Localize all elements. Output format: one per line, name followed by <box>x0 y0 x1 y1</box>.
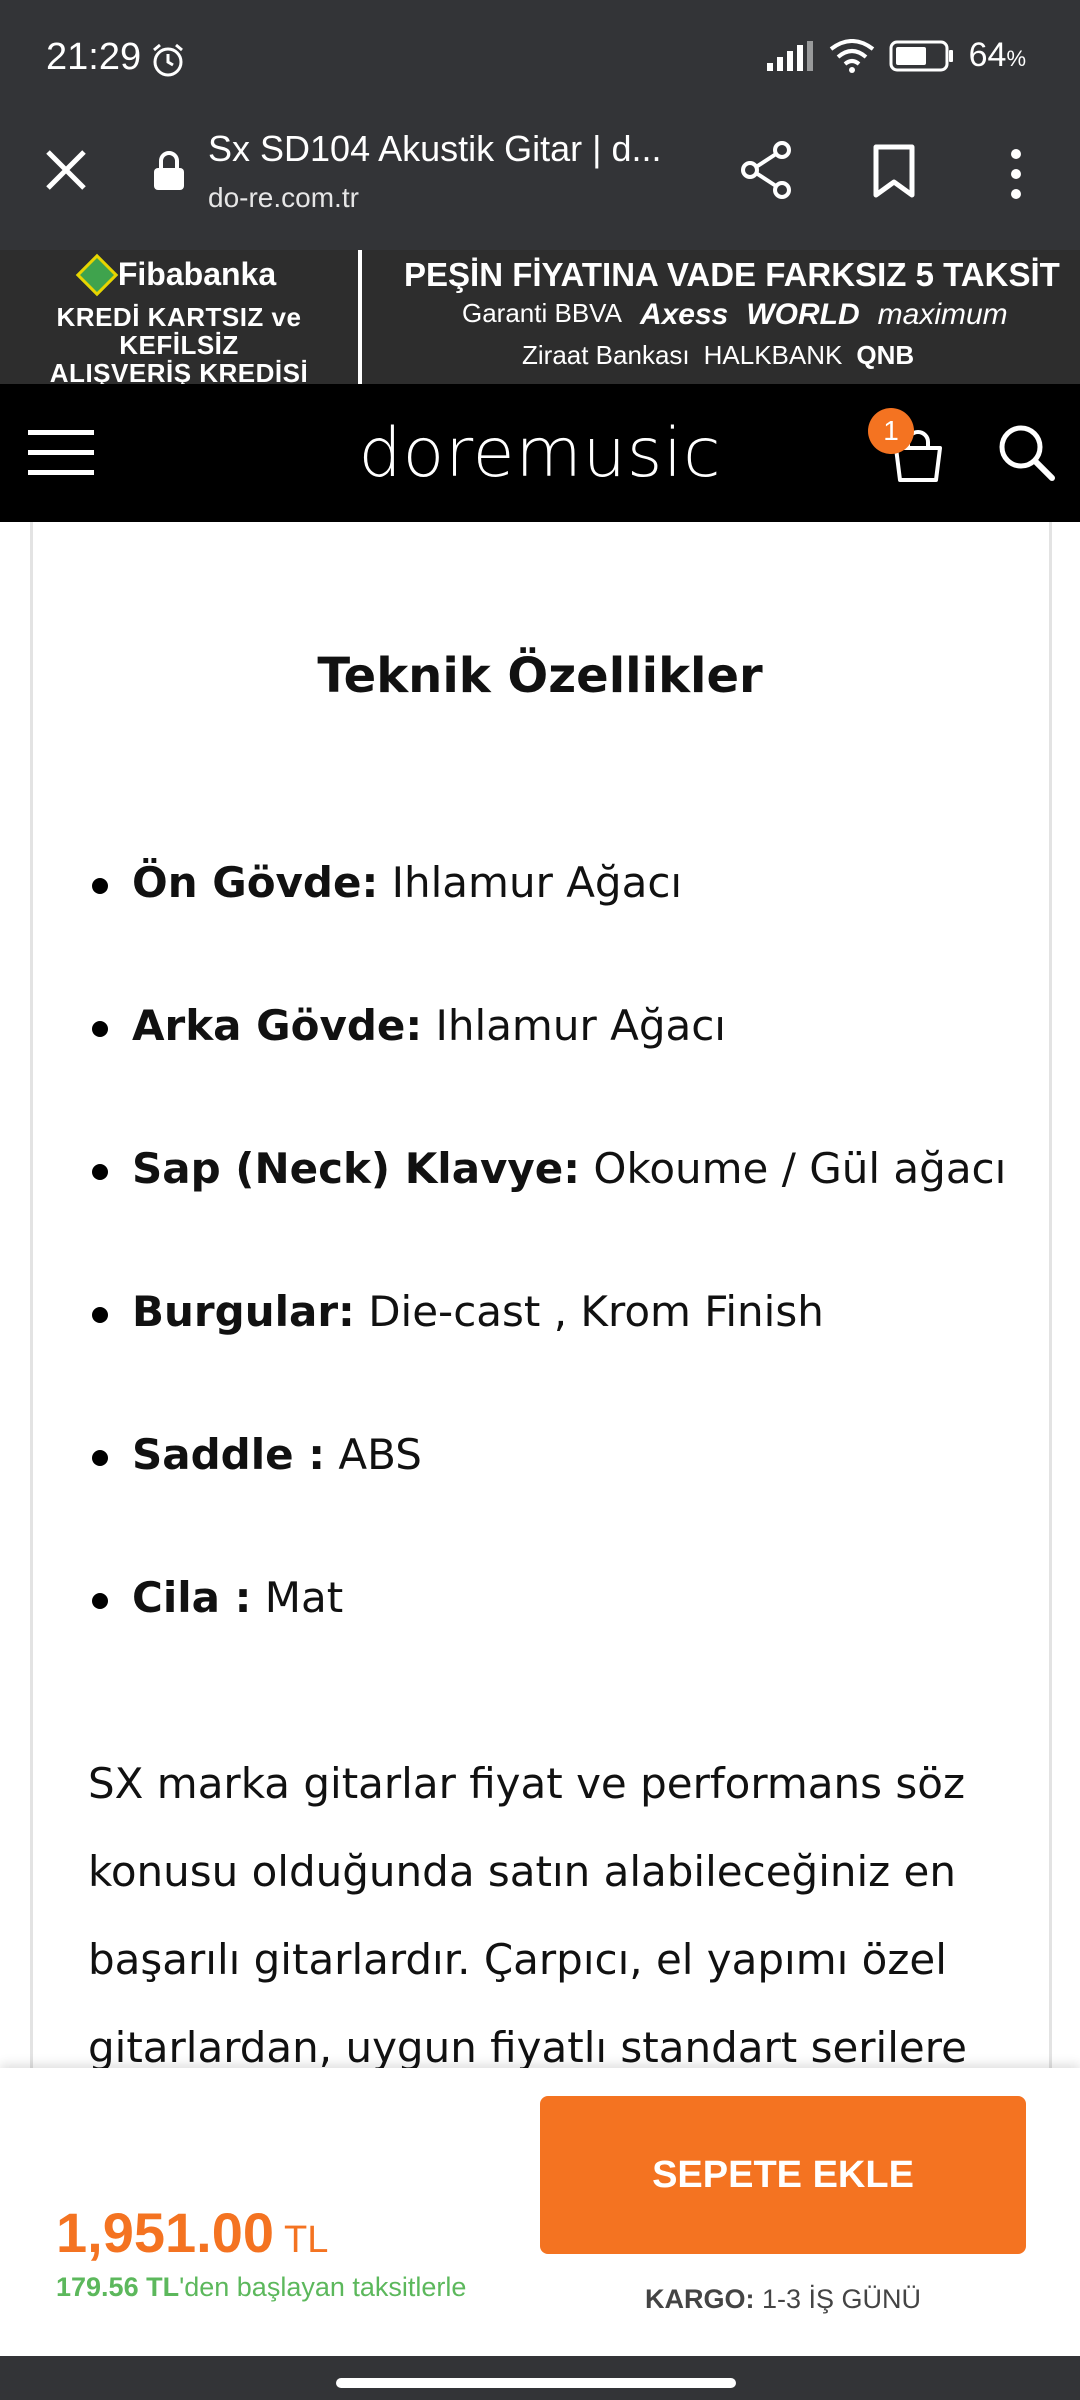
browser-toolbar: Sx SD104 Akustik Gitar | d... do-re.com.… <box>0 120 1080 250</box>
shipping-info: KARGO: 1-3 İŞ GÜNÜ <box>540 2284 1026 2315</box>
promo-headline: PEŞİN FİYATINA VADE FARKSIZ 5 TAKSİT <box>404 256 1060 293</box>
bank-logo-maximum: maximum <box>877 298 1008 331</box>
spec-item: Arka Gövde: Ihlamur Ağacı <box>88 1001 1006 1144</box>
bullet <box>92 1307 108 1323</box>
fibabanka-diamond-icon <box>75 253 119 296</box>
spec-item: Sap (Neck) Klavye: Okoume / Gül ağacı <box>88 1144 1006 1287</box>
spec-value: Die-cast , Krom Finish <box>354 1287 824 1336</box>
shipping-label: KARGO: <box>644 2284 755 2314</box>
bank-logo-garanti: Garanti BBVA <box>462 298 622 328</box>
lock-icon[interactable] <box>152 150 186 192</box>
page-title[interactable]: Sx SD104 Akustik Gitar | d... <box>208 128 688 170</box>
site-header: doremusic 1 <box>0 384 1080 522</box>
bank-logo-ziraat: Ziraat Bankası <box>522 340 690 370</box>
bullet <box>92 1021 108 1037</box>
signal-icon <box>766 40 813 71</box>
promo-left-line1: KREDİ KARTSIZ ve KEFİLSİZ <box>56 302 302 360</box>
product-description: Teknik Özellikler Ön Gövde: Ihlamur Ağac… <box>0 522 1080 2068</box>
installment-promo: PEŞİN FİYATINA VADE FARKSIZ 5 TAKSİT Gar… <box>366 250 1080 384</box>
bank-logo-halkbank: HALKBANK <box>703 340 843 370</box>
bullet <box>92 1164 108 1180</box>
spec-item: Cila : Mat <box>88 1573 1006 1716</box>
status-bar: 21:29 64% <box>0 0 1080 120</box>
bullet <box>92 1593 108 1609</box>
bank-logos-row2: Ziraat Bankası HALKBANK QNB <box>522 340 914 371</box>
bullet <box>92 878 108 894</box>
battery-icon <box>889 40 953 71</box>
section-title: Teknik Özellikler <box>317 648 763 704</box>
spec-item: Burgular: Die-cast , Krom Finish <box>88 1287 1006 1430</box>
bank-logo-qnb: QNB <box>856 340 915 370</box>
bank-logo-axess: Axess <box>639 298 729 331</box>
add-to-cart-button[interactable]: SEPETE EKLE <box>540 2096 1026 2254</box>
bookmark-icon[interactable] <box>872 144 916 198</box>
spec-value: Okoume / Gül ağacı <box>580 1144 1007 1193</box>
description-paragraph: SX marka gitarlar fiyat ve performans sö… <box>88 1759 967 2068</box>
price-currency: TL <box>283 2219 329 2261</box>
page-url[interactable]: do-re.com.tr <box>208 182 359 214</box>
system-nav-bar <box>0 2356 1080 2400</box>
bullet <box>92 1450 108 1466</box>
close-icon[interactable] <box>40 144 92 196</box>
promo-banner[interactable]: Fibabanka KREDİ KARTSIZ ve KEFİLSİZ ALIŞ… <box>0 250 1080 384</box>
status-icons: 64% <box>766 36 1026 75</box>
home-gesture-handle[interactable] <box>336 2378 736 2388</box>
promo-left-line2: ALIŞVERİŞ KREDİSİ <box>49 358 309 384</box>
spec-label: Sap (Neck) Klavye: <box>132 1144 581 1193</box>
spec-item: Ön Gövde: Ihlamur Ağacı <box>88 858 1006 1001</box>
share-icon[interactable] <box>738 140 794 200</box>
spec-label: Burgular: <box>132 1287 355 1336</box>
spec-value: ABS <box>325 1430 422 1479</box>
spec-value: Ihlamur Ağacı <box>422 1001 726 1050</box>
price: 1,951.00 TL <box>56 2200 328 2265</box>
battery-percent: 64% <box>968 36 1026 74</box>
fibabanka-logo: Fibabanka <box>0 253 358 296</box>
installment-amount: 179.56 TL <box>56 2272 180 2302</box>
shipping-value: 1-3 İŞ GÜNÜ <box>754 2284 922 2314</box>
search-icon[interactable] <box>996 422 1056 482</box>
more-options-icon[interactable] <box>1006 146 1026 202</box>
cart-count-badge[interactable]: 1 <box>868 408 914 454</box>
installment-text: 'den başlayan taksitlerle <box>179 2272 467 2302</box>
spec-label: Arka Gövde: <box>132 1001 423 1050</box>
spec-value: Mat <box>251 1573 344 1622</box>
spec-list: Ön Gövde: Ihlamur Ağacı Arka Gövde: Ihla… <box>88 858 1006 1716</box>
purchase-bar: 1,951.00 TL 179.56 TL'den başlayan taksit… <box>0 2068 1080 2356</box>
status-time: 21:29 <box>46 36 142 78</box>
spec-label: Cila : <box>132 1573 252 1622</box>
installment-info: 179.56 TL'den başlayan taksitlerle <box>56 2272 466 2303</box>
fibabanka-promo: Fibabanka KREDİ KARTSIZ ve KEFİLSİZ ALIŞ… <box>0 250 362 384</box>
spec-label: Ön Gövde: <box>132 858 379 907</box>
price-value: 1,951.00 <box>56 2201 274 2264</box>
alarm-icon <box>153 43 183 77</box>
spec-label: Saddle : <box>132 1430 326 1479</box>
spec-value: Ihlamur Ağacı <box>378 858 683 907</box>
wifi-icon <box>829 38 874 73</box>
spec-item: Saddle : ABS <box>88 1430 1006 1573</box>
bank-logo-world: WORLD <box>746 298 860 331</box>
bank-logos-row1: Garanti BBVA Axess WORLD maximum <box>462 298 1008 332</box>
